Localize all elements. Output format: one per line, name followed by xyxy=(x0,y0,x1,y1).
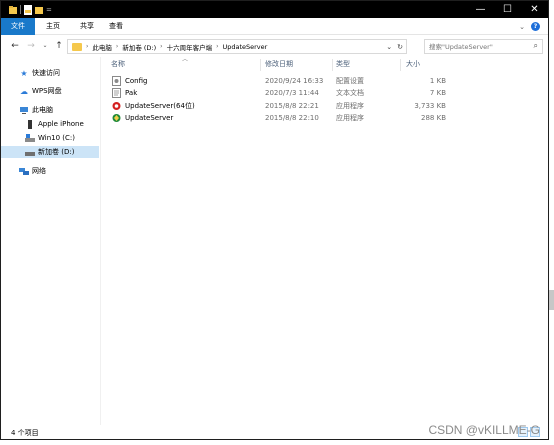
chevron-down-icon[interactable]: ⌄ xyxy=(386,43,392,51)
minimize-button[interactable]: — xyxy=(467,1,494,18)
ribbon-right-controls: ⌄ ? xyxy=(519,22,540,31)
file-modified: 2020/7/3 11:44 xyxy=(265,89,319,97)
qa-dropdown-icon[interactable]: = xyxy=(46,6,52,14)
tab-home[interactable]: 主页 xyxy=(46,18,60,35)
help-icon[interactable]: ? xyxy=(531,22,540,31)
breadcrumb-updateserver[interactable]: UpdateServer xyxy=(222,43,267,51)
sidebar-item-apple-iphone[interactable]: Apple iPhone xyxy=(25,118,84,130)
cloud-icon: ☁ xyxy=(20,86,28,96)
navigation-bar: ← → ⌄ ↑ › 此电脑 › 新加卷 (D:) › 十六周年客户端 › Upd… xyxy=(1,36,548,56)
table-row[interactable]: Config 2020/9/24 16:33 配置设置 1 KB xyxy=(102,75,547,87)
quick-access-toolbar: = xyxy=(9,4,52,15)
address-bar[interactable]: › 此电脑 › 新加卷 (D:) › 十六周年客户端 › UpdateServe… xyxy=(67,39,407,54)
file-name: Config xyxy=(125,77,148,85)
expand-ribbon-icon[interactable]: ⌄ xyxy=(519,23,525,31)
close-button[interactable]: ✕ xyxy=(521,1,548,18)
address-controls: ⌄ ↻ xyxy=(386,40,403,53)
breadcrumb-client-folder[interactable]: 十六周年客户端 xyxy=(167,42,213,52)
breadcrumb-this-pc[interactable]: 此电脑 xyxy=(92,42,112,52)
title-bar: = — ☐ ✕ xyxy=(1,1,548,18)
breadcrumb-separator: › xyxy=(160,43,163,50)
up-button[interactable]: ↑ xyxy=(53,39,65,53)
sidebar-item-label: 新加卷 (D:) xyxy=(38,148,75,156)
breadcrumb-separator: › xyxy=(115,43,119,50)
table-row[interactable]: UpdateServer(64位) 2015/8/8 22:21 应用程序 3,… xyxy=(102,100,547,112)
sidebar-item-label: 网络 xyxy=(32,167,46,175)
phone-icon xyxy=(28,119,32,129)
folder-icon xyxy=(9,5,17,14)
drive-icon xyxy=(25,151,35,156)
breadcrumb-separator: › xyxy=(216,43,219,50)
file-modified: 2015/8/8 22:10 xyxy=(265,114,319,122)
file-type: 应用程序 xyxy=(336,102,364,110)
properties-icon[interactable] xyxy=(24,4,32,15)
file-name: UpdateServer xyxy=(125,114,174,122)
sidebar-item-this-pc[interactable]: 此电脑 xyxy=(19,104,53,116)
item-count: 4 个项目 xyxy=(11,429,39,437)
computer-icon xyxy=(20,106,28,114)
sidebar-item-label: 快速访问 xyxy=(32,69,60,77)
column-header-name[interactable]: 名称 xyxy=(111,59,261,71)
column-header-size[interactable]: 大小 xyxy=(406,59,456,71)
file-type: 配置设置 xyxy=(336,77,364,85)
folder-icon xyxy=(72,42,82,51)
file-size: 1 KB xyxy=(429,77,446,85)
file-size: 7 KB xyxy=(429,89,446,97)
window-edge xyxy=(549,290,554,310)
toolbar-separator xyxy=(20,5,21,14)
sidebar-item-network[interactable]: 网络 xyxy=(19,165,46,177)
sidebar-item-label: Apple iPhone xyxy=(38,120,84,128)
new-folder-icon[interactable] xyxy=(35,5,43,15)
maximize-button[interactable]: ☐ xyxy=(494,1,521,18)
file-modified: 2015/8/8 22:21 xyxy=(265,102,319,110)
refresh-icon[interactable]: ↻ xyxy=(397,43,403,51)
back-button[interactable]: ← xyxy=(9,39,21,53)
search-icon[interactable]: ⌕ xyxy=(534,41,538,51)
network-icon xyxy=(19,167,29,175)
drive-icon xyxy=(25,133,35,142)
column-header-modified[interactable]: 修改日期 xyxy=(265,59,333,71)
watermark: CSDN @vKILLME-G xyxy=(428,423,540,437)
file-modified: 2020/9/24 16:33 xyxy=(265,77,324,85)
tab-view[interactable]: 查看 xyxy=(109,18,123,35)
sidebar-item-label: Win10 (C:) xyxy=(38,134,75,142)
table-row[interactable]: UpdateServer 2015/8/8 22:10 应用程序 288 KB xyxy=(102,112,547,124)
sidebar-item-win10-c[interactable]: Win10 (C:) xyxy=(25,132,75,144)
star-icon: ★ xyxy=(20,68,28,78)
file-list: ︿ 名称 修改日期 类型 大小 Config 2020/9/24 16:33 配… xyxy=(102,56,547,425)
sidebar-item-quick-access[interactable]: ★ 快速访问 xyxy=(19,67,60,79)
explorer-window: = — ☐ ✕ 文件 主页 共享 查看 ⌄ ? ← → ⌄ ↑ › 此电脑 › … xyxy=(0,0,549,440)
column-header-type[interactable]: 类型 xyxy=(336,59,401,71)
recent-locations-icon[interactable]: ⌄ xyxy=(39,39,51,53)
table-row[interactable]: Pak 2020/7/3 11:44 文本文档 7 KB xyxy=(102,87,547,99)
text-file-icon xyxy=(112,88,121,98)
ribbon-tabs: 文件 主页 共享 查看 ⌄ ? xyxy=(1,18,548,35)
tab-share[interactable]: 共享 xyxy=(80,18,94,35)
breadcrumb-drive-d[interactable]: 新加卷 (D:) xyxy=(122,42,156,52)
tab-file[interactable]: 文件 xyxy=(1,18,35,35)
search-box[interactable]: ⌕ xyxy=(424,39,543,54)
sidebar-item-wps-cloud[interactable]: ☁ WPS网盘 xyxy=(19,85,62,97)
config-file-icon xyxy=(112,76,121,86)
app-red-icon xyxy=(112,102,121,110)
sidebar-item-label: 此电脑 xyxy=(32,106,53,114)
app-green-icon xyxy=(112,114,121,122)
forward-button[interactable]: → xyxy=(25,39,37,53)
file-name: Pak xyxy=(125,89,138,97)
sidebar-item-new-volume-d[interactable]: 新加卷 (D:) xyxy=(1,146,99,158)
file-size: 288 KB xyxy=(421,114,446,122)
file-size: 3,733 KB xyxy=(414,102,446,110)
window-controls: — ☐ ✕ xyxy=(467,1,548,18)
navigation-pane: ★ 快速访问 ☁ WPS网盘 此电脑 Apple iPhone Win10 (C… xyxy=(1,57,101,425)
search-input[interactable] xyxy=(429,42,529,51)
file-type: 文本文档 xyxy=(336,89,364,97)
sidebar-item-label: WPS网盘 xyxy=(32,87,62,95)
file-name: UpdateServer(64位) xyxy=(125,102,195,110)
file-type: 应用程序 xyxy=(336,114,364,122)
breadcrumb-separator: › xyxy=(86,43,89,50)
